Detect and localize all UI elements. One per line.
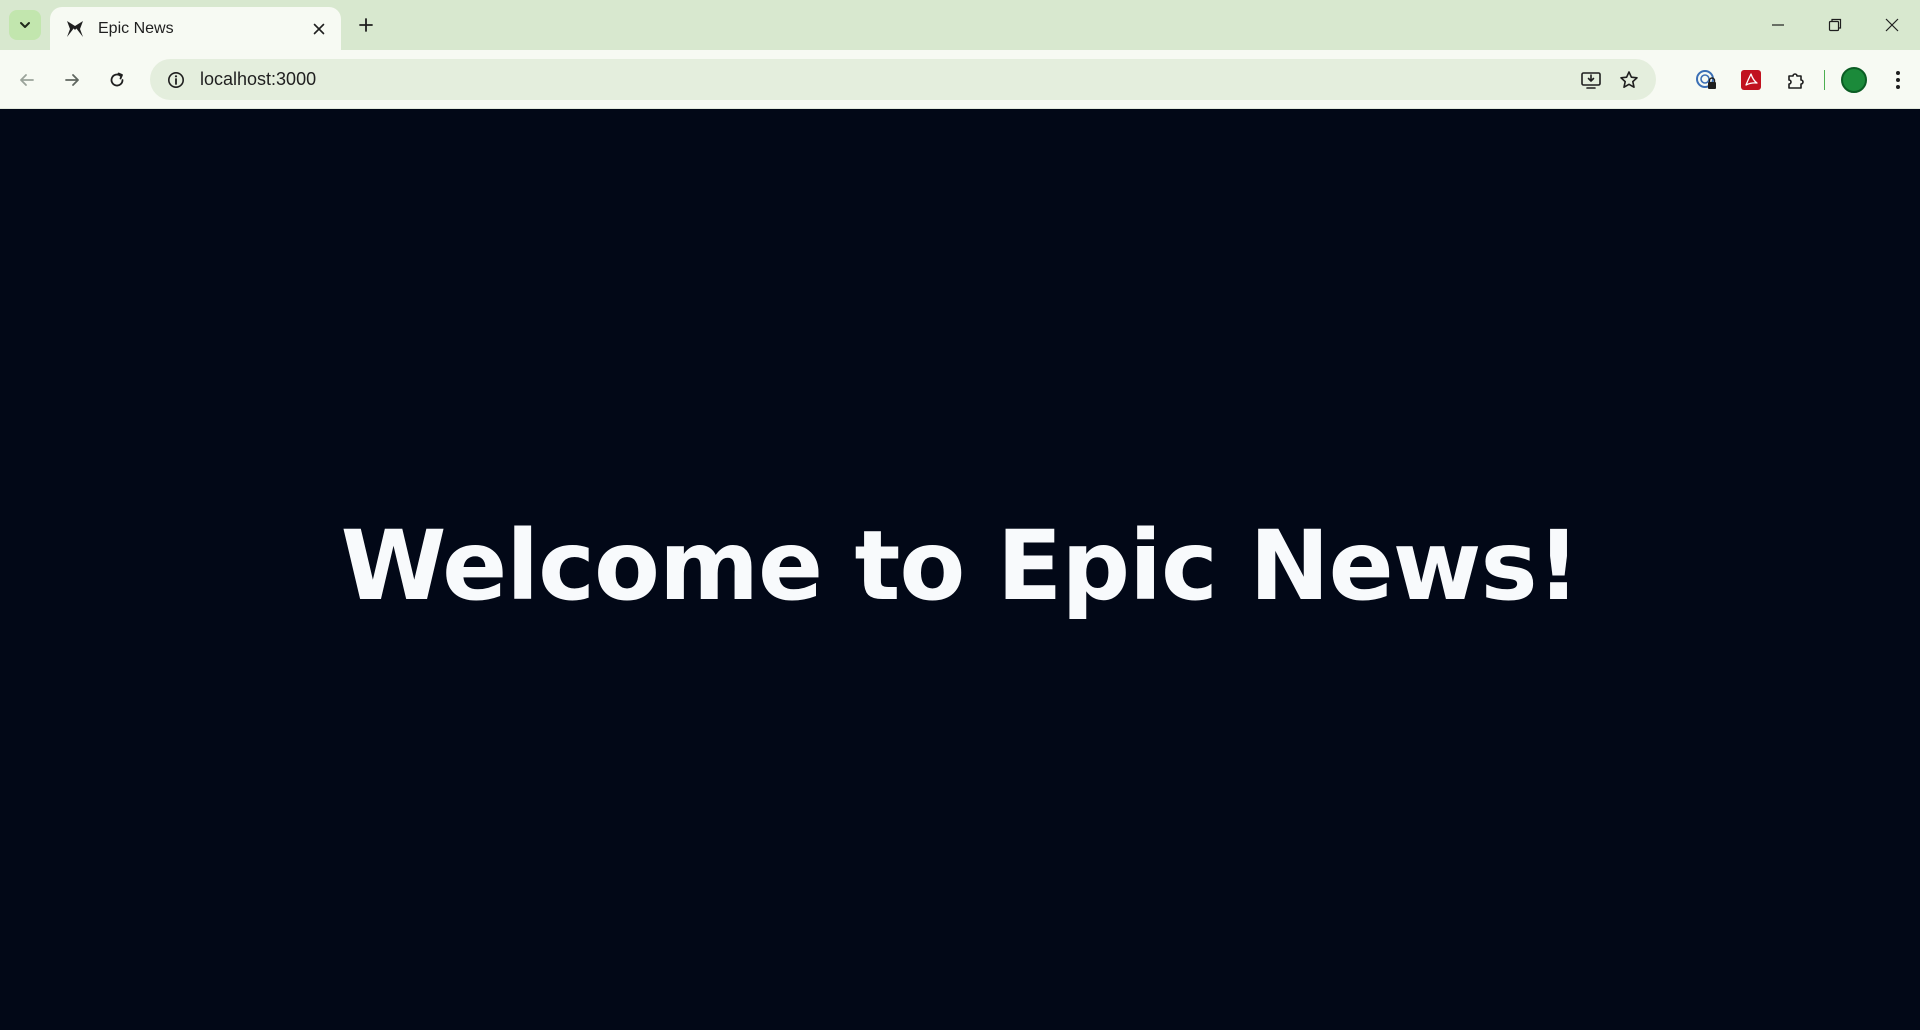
new-tab-button[interactable] (352, 11, 380, 39)
puzzle-extensions-icon (1787, 72, 1804, 89)
tab-title: Epic News (98, 19, 174, 37)
close-window-button[interactable] (1863, 0, 1920, 50)
reload-icon (110, 72, 124, 87)
install-app-button[interactable] (1572, 61, 1610, 99)
minimize-icon (1771, 24, 1784, 26)
password-manager-extension[interactable] (1683, 59, 1728, 100)
more-vertical-icon (1896, 70, 1900, 89)
avatar (1840, 66, 1867, 93)
extensions-menu-button[interactable] (1773, 59, 1818, 100)
minimize-button[interactable] (1749, 0, 1806, 50)
tab-close-button[interactable] (307, 17, 331, 41)
pdf-icon (1740, 69, 1761, 90)
tab-strip: Epic News (0, 0, 1920, 50)
bookmark-star-icon (1620, 70, 1638, 88)
forward-arrow-icon (65, 74, 79, 86)
epic-news-favicon-icon (64, 18, 86, 40)
tab-search-button[interactable] (9, 10, 41, 40)
install-app-icon (1581, 71, 1601, 89)
profile-button[interactable] (1831, 59, 1876, 100)
forward-button[interactable] (56, 64, 88, 96)
close-icon (313, 23, 325, 34)
address-bar[interactable]: localhost:3000 (150, 59, 1656, 100)
pdf-extension[interactable] (1728, 59, 1773, 100)
url-text[interactable]: localhost:3000 (200, 69, 1572, 90)
back-button[interactable] (11, 64, 43, 96)
tab-epic-news[interactable]: Epic News (50, 7, 341, 50)
page-title: Welcome to Epic News! (340, 510, 1581, 622)
close-icon (1885, 18, 1898, 32)
password-manager-icon (1695, 69, 1716, 89)
site-info-button[interactable] (156, 59, 196, 100)
chevron-down-icon (20, 22, 30, 28)
info-icon (168, 71, 184, 88)
reload-button[interactable] (101, 64, 133, 96)
page-viewport: Welcome to Epic News! (0, 109, 1920, 1030)
plus-icon (359, 18, 373, 32)
restore-button[interactable] (1806, 0, 1863, 50)
toolbar-divider (1824, 69, 1825, 90)
browser-toolbar: localhost:3000 (0, 50, 1920, 109)
bookmark-button[interactable] (1610, 61, 1648, 99)
extensions-area (1683, 59, 1920, 100)
window-controls (1749, 0, 1920, 50)
restore-icon (1828, 18, 1841, 32)
browser-window: Epic News localhost:3000 Welcome to Epic… (0, 0, 1920, 1030)
browser-menu-button[interactable] (1876, 59, 1920, 100)
back-arrow-icon (20, 74, 34, 86)
